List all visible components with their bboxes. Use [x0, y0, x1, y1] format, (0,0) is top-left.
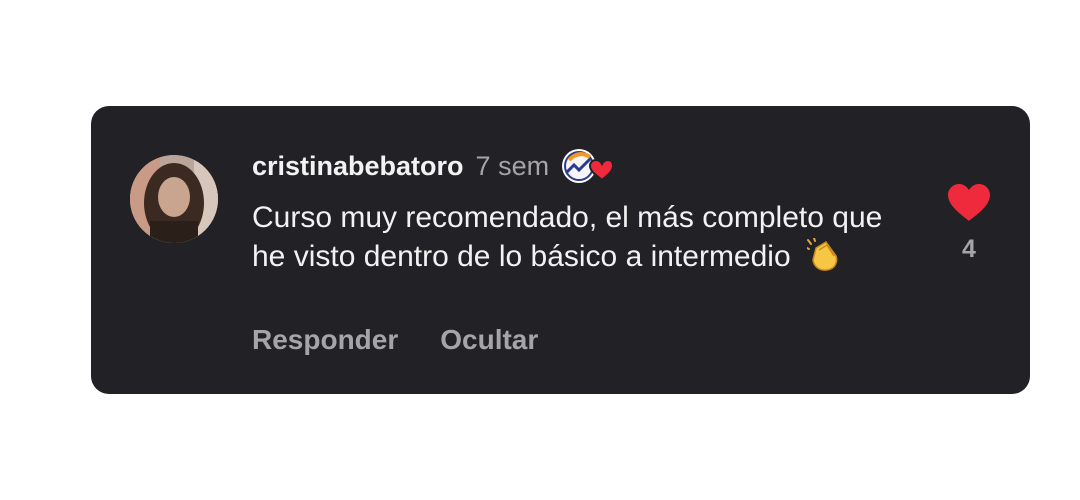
clapping-hands-icon [806, 237, 841, 282]
comment-text: Curso muy recomendado, el más completo q… [252, 201, 883, 273]
like-count: 4 [962, 235, 976, 263]
comment-text-block: Curso muy recomendado, el más completo q… [252, 198, 892, 282]
like-section: 4 [946, 183, 992, 264]
heart-icon[interactable] [946, 183, 992, 223]
creator-liked-badge-icon [561, 146, 615, 186]
avatar[interactable] [130, 155, 218, 243]
comment-actions: Responder Ocultar [252, 324, 538, 356]
timestamp: 7 sem [475, 150, 550, 181]
comment-header: cristinabebatoro 7 sem [252, 146, 615, 186]
hide-button[interactable]: Ocultar [440, 324, 538, 356]
reply-button[interactable]: Responder [252, 324, 398, 356]
username[interactable]: cristinabebatoro [252, 151, 464, 182]
